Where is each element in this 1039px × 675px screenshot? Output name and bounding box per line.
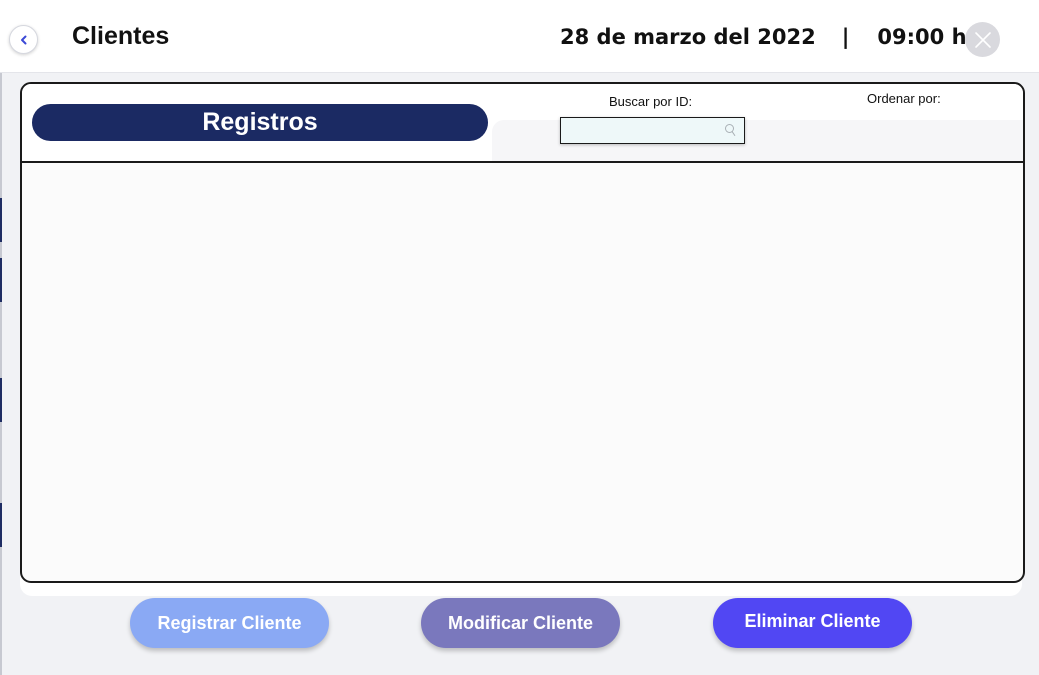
date-time-separator: | xyxy=(841,25,850,49)
delete-client-label: Eliminar Cliente xyxy=(744,610,881,631)
top-bar: Clientes 28 de marzo del 2022 | 09:00 hrs xyxy=(0,0,1039,73)
edge-segment xyxy=(0,378,2,422)
chevron-left-icon xyxy=(20,35,26,44)
records-title: Registros xyxy=(32,104,488,141)
delete-client-button[interactable]: Eliminar Cliente xyxy=(713,598,912,648)
page-title: Clientes xyxy=(72,22,170,50)
search-icon xyxy=(725,124,736,136)
register-client-label: Registrar Cliente xyxy=(157,612,302,633)
search-input[interactable] xyxy=(561,118,721,143)
register-client-button[interactable]: Registrar Cliente xyxy=(130,598,329,648)
window-left-edge xyxy=(0,0,2,675)
close-icon xyxy=(974,31,991,48)
close-button[interactable] xyxy=(965,22,1000,57)
current-date: 28 de marzo del 2022 xyxy=(560,25,816,49)
modify-client-button[interactable]: Modificar Cliente xyxy=(421,598,620,648)
edge-segment xyxy=(0,503,2,547)
search-label: Buscar por ID: xyxy=(609,94,693,109)
search-field[interactable] xyxy=(560,117,745,144)
date-time-display: 28 de marzo del 2022 | 09:00 hrs xyxy=(560,25,989,49)
back-button[interactable] xyxy=(9,25,38,54)
edge-segment xyxy=(0,258,2,302)
edge-segment xyxy=(0,198,2,242)
modify-client-label: Modificar Cliente xyxy=(447,612,594,633)
sort-label: Ordenar por: xyxy=(867,91,941,106)
records-panel-header: Registros Buscar por ID: Ordenar por: xyxy=(22,84,1023,163)
records-list xyxy=(22,163,1023,581)
records-panel: Registros Buscar por ID: Ordenar por: xyxy=(20,82,1025,583)
